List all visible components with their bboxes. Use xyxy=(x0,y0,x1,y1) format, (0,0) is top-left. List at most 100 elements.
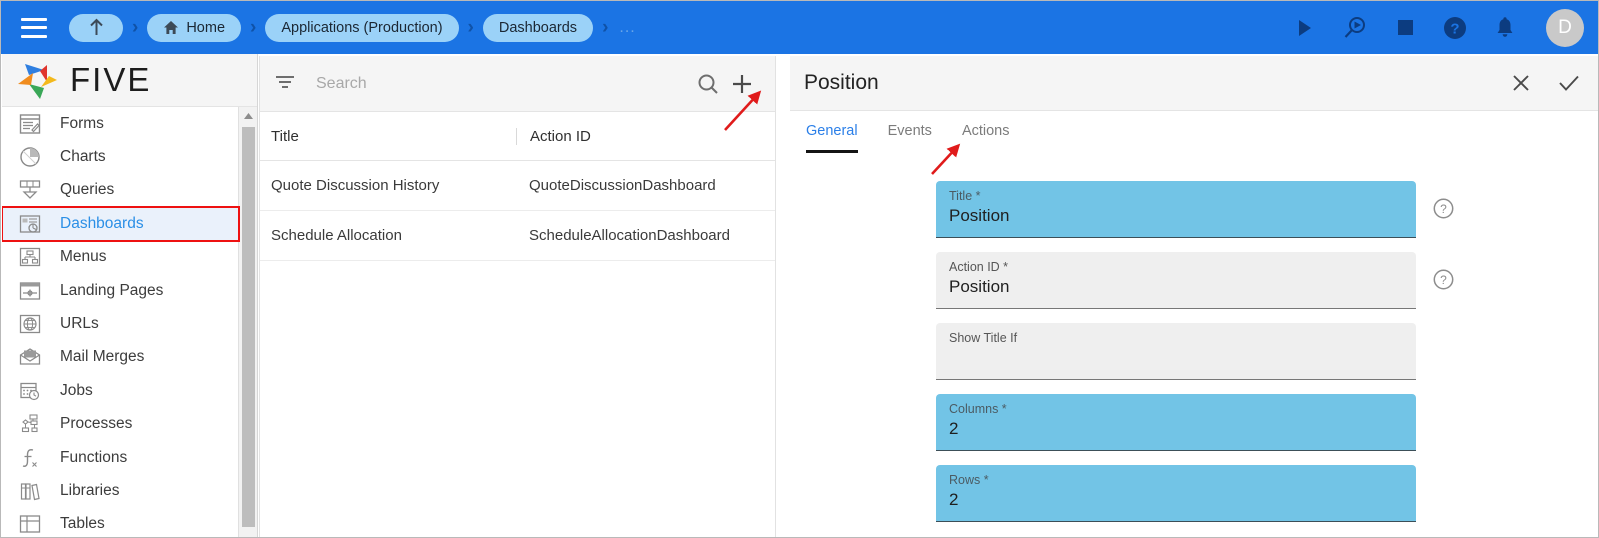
calendar-clock-icon xyxy=(16,378,44,404)
help-icon[interactable]: ? xyxy=(1432,268,1454,290)
dashboard-icon xyxy=(16,211,44,237)
sidebar-item-label: Functions xyxy=(60,448,128,466)
close-icon[interactable] xyxy=(1510,72,1532,94)
sidebar-item-queries[interactable]: Queries xyxy=(2,174,239,207)
field-value: 2 xyxy=(949,490,959,509)
avatar[interactable]: D xyxy=(1546,8,1584,47)
sidebar-item-label: Libraries xyxy=(60,481,120,499)
columns-field[interactable]: Columns * 2 xyxy=(936,394,1416,451)
sidebar-item-mail-merges[interactable]: Mail Merges xyxy=(2,341,239,374)
topbar-action-group: ? D xyxy=(1292,8,1584,47)
sidebar-scrollbar-thumb[interactable] xyxy=(242,127,255,527)
row-title: Quote Discussion History xyxy=(271,177,440,194)
sidebar-item-charts[interactable]: Charts xyxy=(2,140,239,173)
five-pinwheel-logo-icon xyxy=(18,64,57,99)
dashboards-list-panel: Title Action ID Quote Discussion History… xyxy=(259,56,776,537)
field-row-action-id: Action ID * Position ? xyxy=(790,252,1598,309)
sidebar-item-dashboards[interactable]: Dashboards xyxy=(2,206,240,242)
mail-merge-icon xyxy=(16,344,44,370)
hamburger-menu-icon[interactable] xyxy=(21,17,47,38)
detail-header: Position xyxy=(790,56,1598,111)
tab-general[interactable]: General xyxy=(806,123,858,153)
field-value: 2 xyxy=(949,419,959,438)
scroll-up-arrow-icon[interactable] xyxy=(239,107,257,124)
notifications-bell-icon[interactable] xyxy=(1492,15,1518,41)
sidebar-item-label: Landing Pages xyxy=(60,281,164,299)
sidebar-item-label: URLs xyxy=(60,315,99,333)
debug-search-icon[interactable] xyxy=(1342,15,1368,41)
filter-icon[interactable] xyxy=(274,73,300,94)
run-icon[interactable] xyxy=(1292,15,1318,41)
action-id-field[interactable]: Action ID * Position xyxy=(936,252,1416,309)
field-row-title: Title * Position ? xyxy=(790,181,1598,238)
breadcrumb-up-button[interactable] xyxy=(69,13,123,42)
field-row-show-title-if: Show Title If xyxy=(790,323,1598,380)
page-title: Position xyxy=(804,71,879,94)
column-header-title[interactable]: Title xyxy=(260,128,516,145)
breadcrumb-separator: › xyxy=(467,16,474,38)
breadcrumb-separator: › xyxy=(250,16,257,38)
column-header-action-id[interactable]: Action ID xyxy=(516,127,775,145)
sidebar-item-label: Forms xyxy=(60,114,104,132)
rows-field[interactable]: Rows * 2 xyxy=(936,465,1416,522)
title-field[interactable]: Title * Position xyxy=(936,181,1416,238)
add-dashboard-button[interactable] xyxy=(725,72,759,96)
detail-form: Title * Position ? Action ID * Position … xyxy=(790,157,1598,537)
field-label: Action ID * xyxy=(949,260,1009,274)
breadcrumb-item-dashboards[interactable]: Dashboards xyxy=(482,13,594,42)
top-navigation-bar: › Home › Applications (Production) › Das… xyxy=(1,1,1598,54)
tab-actions[interactable]: Actions xyxy=(962,123,1010,144)
sidebar-item-jobs[interactable]: Jobs xyxy=(2,374,239,407)
sidebar-item-forms[interactable]: Forms xyxy=(2,107,239,140)
help-icon[interactable]: ? xyxy=(1442,15,1468,41)
sidebar-nav-list: Forms Charts Queries Dashboards Menus La… xyxy=(2,107,240,537)
check-icon[interactable] xyxy=(1558,72,1580,94)
sidebar-item-processes[interactable]: Processes xyxy=(2,408,239,441)
detail-panel: Position General Events Actions Title * … xyxy=(790,56,1598,537)
sidebar-scrollbar[interactable] xyxy=(238,107,257,537)
breadcrumb-item-applications[interactable]: Applications (Production) xyxy=(265,13,459,42)
sidebar-item-label: Processes xyxy=(60,415,133,433)
sidebar-item-landing-pages[interactable]: Landing Pages xyxy=(2,274,239,307)
help-icon[interactable]: ? xyxy=(1432,197,1454,219)
sidebar-item-functions[interactable]: Functions xyxy=(2,441,239,474)
row-action-id: QuoteDiscussionDashboard xyxy=(529,177,716,194)
sidebar-item-urls[interactable]: URLs xyxy=(2,307,239,340)
breadcrumb-item-home[interactable]: Home xyxy=(147,13,242,42)
landing-page-icon xyxy=(16,278,44,304)
sidebar-item-tables[interactable]: Tables xyxy=(2,508,239,537)
breadcrumb-dashboards-label: Dashboards xyxy=(498,19,578,36)
search-icon[interactable] xyxy=(691,73,725,95)
breadcrumb-separator: › xyxy=(602,16,609,38)
sidebar-item-label: Jobs xyxy=(60,381,93,399)
list-toolbar xyxy=(260,56,775,112)
app-logo[interactable]: FIVE xyxy=(2,54,257,107)
list-column-headers: Title Action ID xyxy=(260,112,775,161)
sidebar-item-label: Mail Merges xyxy=(60,348,145,366)
sidebar-item-label: Dashboards xyxy=(60,214,144,232)
stop-icon[interactable] xyxy=(1392,15,1418,41)
globe-icon xyxy=(16,311,44,337)
field-value xyxy=(949,348,1403,368)
sidebar-item-label: Menus xyxy=(60,248,107,266)
breadcrumb-overflow-ellipsis[interactable]: ... xyxy=(617,19,635,37)
field-label: Title * xyxy=(949,189,981,203)
field-row-rows: Rows * 2 xyxy=(790,465,1598,522)
sidebar-nav-scroll-area: Forms Charts Queries Dashboards Menus La… xyxy=(2,107,257,537)
search-input[interactable] xyxy=(316,74,691,93)
application-window: › Home › Applications (Production) › Das… xyxy=(0,0,1599,538)
breadcrumb-applications-label: Applications (Production) xyxy=(281,19,443,36)
show-title-if-field[interactable]: Show Title If xyxy=(936,323,1416,380)
sidebar-item-label: Queries xyxy=(60,181,115,199)
menu-tree-icon xyxy=(16,244,44,270)
detail-tabs: General Events Actions xyxy=(790,111,1598,157)
sidebar-item-menus[interactable]: Menus xyxy=(2,241,239,274)
table-row[interactable]: Schedule Allocation ScheduleAllocationDa… xyxy=(260,211,775,261)
svg-text:?: ? xyxy=(1440,273,1447,287)
form-icon xyxy=(16,111,44,137)
sidebar-item-libraries[interactable]: Libraries xyxy=(2,474,239,507)
table-row[interactable]: Quote Discussion History QuoteDiscussion… xyxy=(260,161,775,211)
function-icon xyxy=(16,445,44,471)
tab-events[interactable]: Events xyxy=(888,123,932,144)
breadcrumb-separator: › xyxy=(132,16,139,38)
